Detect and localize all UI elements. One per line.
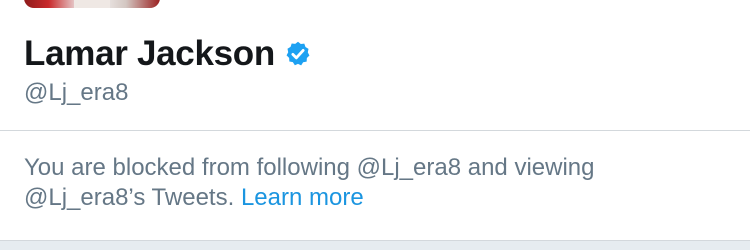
avatar-photo-detail (74, 0, 110, 8)
profile-avatar[interactable] (24, 0, 160, 8)
bottom-separator (0, 240, 750, 250)
blocked-notice: You are blocked from following @Lj_era8 … (24, 153, 724, 213)
section-divider (0, 130, 750, 131)
blocked-notice-line2: @Lj_era8’s Tweets. (24, 184, 235, 211)
verified-badge-icon (284, 40, 312, 68)
learn-more-link[interactable]: Learn more (241, 184, 364, 211)
profile-name-row: Lamar Jackson (24, 32, 312, 76)
profile-display-name: Lamar Jackson (24, 34, 275, 73)
blocked-notice-line1: You are blocked from following @Lj_era8 … (24, 154, 595, 181)
profile-handle: @Lj_era8 (24, 79, 129, 106)
